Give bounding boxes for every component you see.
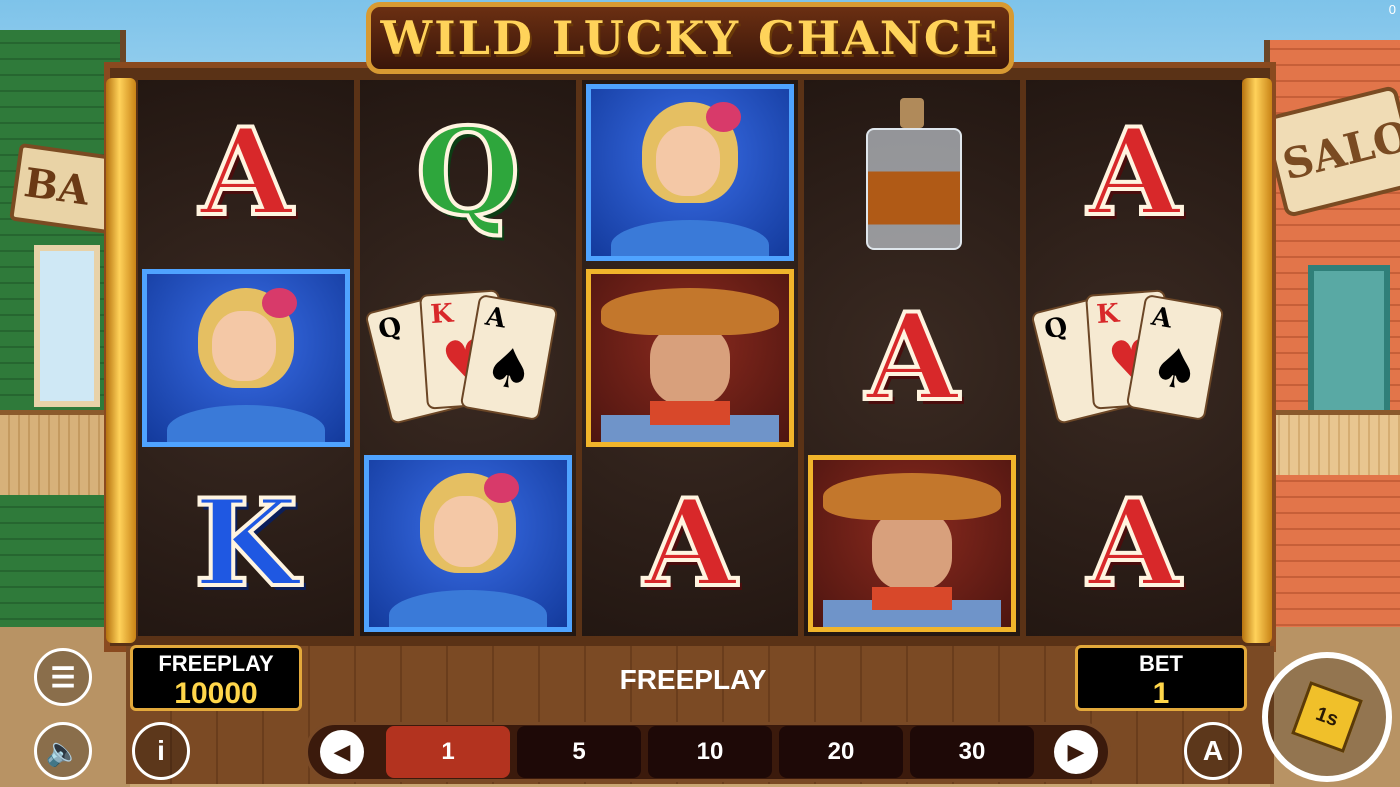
balance-value: 10000 — [174, 677, 258, 710]
autoplay-button[interactable]: A — [1184, 722, 1242, 780]
symbol-cowboy — [808, 454, 1016, 632]
symbol-ace: A — [863, 285, 960, 430]
bet-prev-button[interactable]: ◀ — [320, 730, 364, 774]
symbol-ace: A — [197, 100, 294, 245]
bet-option-10[interactable]: 10 — [648, 726, 772, 778]
left-building-window — [34, 245, 100, 407]
reel-5-row-3: A — [1026, 451, 1242, 636]
spin-cube-label: 1s — [1312, 702, 1342, 731]
reel-4-row-2: A — [804, 265, 1020, 450]
reel-2-row-3 — [360, 451, 576, 636]
saloon-sign: SALOO — [1261, 84, 1400, 219]
chevron-right-icon: ▶ — [1067, 739, 1085, 764]
corner-counter: 0 — [1388, 2, 1396, 17]
reel-3: A — [582, 80, 798, 636]
symbol-cards: Q K ♥ A ♠ — [1030, 288, 1229, 428]
reel-grid: A K Q Q K ♥ A ♠ A A A Q K ♥ A ♠ A — [138, 80, 1242, 636]
balance-label: FREEPLAY — [158, 651, 274, 676]
reel-4-row-1 — [804, 80, 1020, 265]
bet-display: BET 1 — [1075, 645, 1247, 711]
reel-1-row-1: A — [138, 80, 354, 265]
bet-option-1[interactable]: 1 — [386, 726, 510, 778]
symbol-ace: A — [1085, 471, 1182, 616]
reel-2-row-1: Q — [360, 80, 576, 265]
symbol-king: K — [192, 471, 300, 616]
reel-2-row-2: Q K ♥ A ♠ — [360, 265, 576, 450]
symbol-whiskey-bottle — [862, 97, 962, 250]
bet-label: BET — [1139, 651, 1183, 676]
symbol-lady — [142, 269, 350, 447]
speaker-icon: 🔈 — [45, 735, 81, 767]
left-pillar — [106, 78, 136, 643]
bet-option-20[interactable]: 20 — [779, 726, 903, 778]
symbol-ace: A — [641, 471, 738, 616]
reel-4-row-3 — [804, 451, 1020, 636]
symbol-lady — [586, 84, 794, 262]
symbol-ace: A — [1085, 100, 1182, 245]
autoplay-icon: A — [1202, 735, 1224, 766]
right-building: SALOO — [1261, 40, 1400, 640]
symbol-queen: Q — [414, 100, 523, 245]
reel-1: A K — [138, 80, 354, 636]
menu-button[interactable]: ☰ — [34, 648, 92, 706]
reel-3-row-3: A — [582, 451, 798, 636]
reel-5-row-1: A — [1026, 80, 1242, 265]
symbol-cards: Q K ♥ A ♠ — [364, 288, 563, 428]
symbol-cowboy — [586, 269, 794, 447]
reel-4: A — [804, 80, 1020, 636]
chevron-left-icon: ◀ — [333, 739, 351, 764]
spin-cube-icon: 1s — [1291, 681, 1363, 753]
bet-option-30[interactable]: 30 — [910, 726, 1034, 778]
reel-1-row-2 — [138, 265, 354, 450]
game-title: WILD LUCKY CHANCE — [366, 2, 1014, 74]
balance-display: FREEPLAY 10000 — [130, 645, 302, 711]
status-text: FREEPLAY — [619, 664, 767, 695]
right-building-porch — [1270, 410, 1400, 475]
reel-5: A Q K ♥ A ♠ A — [1026, 80, 1242, 636]
info-icon: i — [157, 735, 165, 766]
reel-3-row-1 — [582, 80, 798, 265]
reel-5-row-2: Q K ♥ A ♠ — [1026, 265, 1242, 450]
right-pillar — [1242, 78, 1272, 643]
sound-button[interactable]: 🔈 — [34, 722, 92, 780]
reel-1-row-3: K — [138, 451, 354, 636]
bet-next-button[interactable]: ▶ — [1054, 730, 1098, 774]
bet-option-5[interactable]: 5 — [517, 726, 641, 778]
reel-2: Q Q K ♥ A ♠ — [360, 80, 576, 636]
reel-3-row-2 — [582, 265, 798, 450]
bet-value: 1 — [1152, 677, 1170, 710]
symbol-lady — [364, 454, 572, 632]
spin-button[interactable]: 1s — [1262, 652, 1392, 782]
hamburger-icon: ☰ — [50, 661, 76, 693]
right-building-window — [1308, 265, 1390, 417]
info-button[interactable]: i — [132, 722, 190, 780]
left-building-porch — [0, 410, 120, 495]
